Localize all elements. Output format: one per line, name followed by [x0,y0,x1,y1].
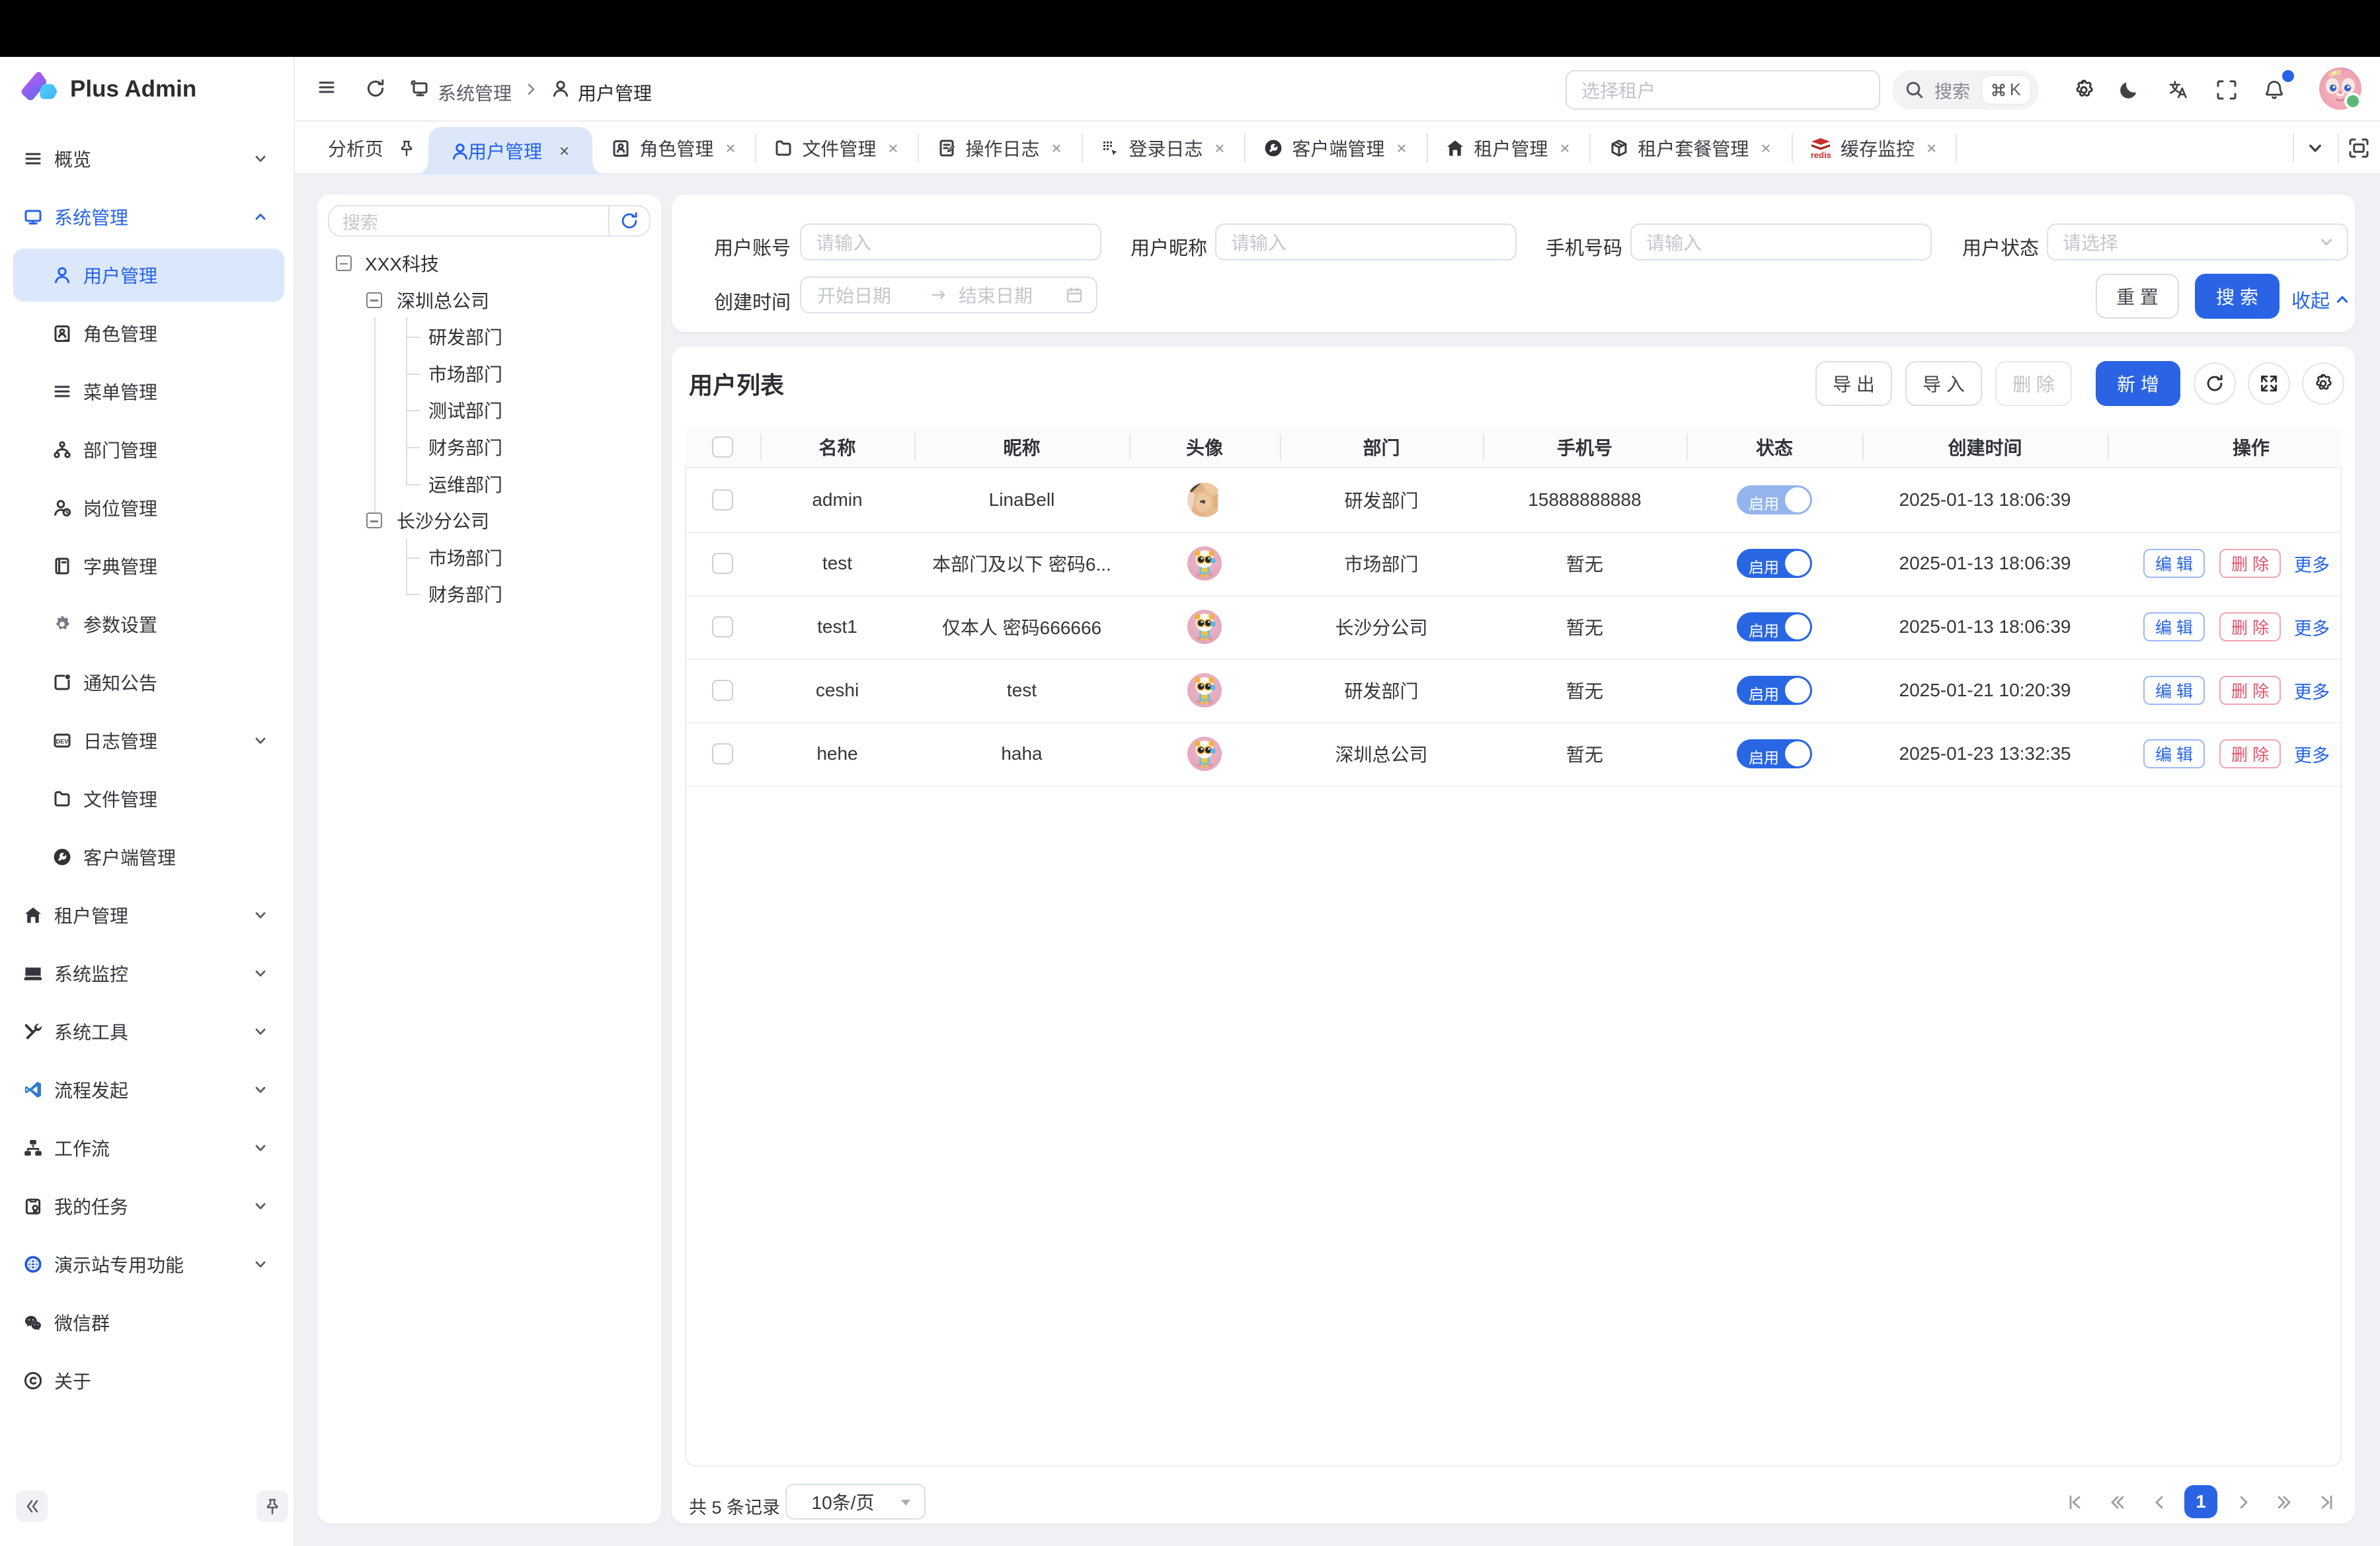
svg-text:DEV: DEV [56,738,69,745]
